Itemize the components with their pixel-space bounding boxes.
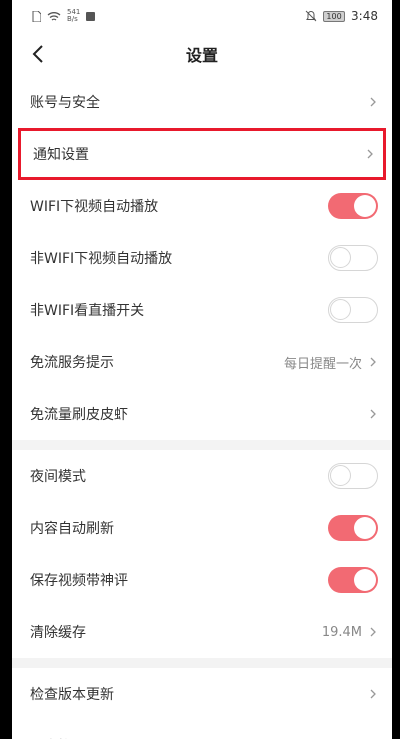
nav-bar: 设置 (12, 32, 392, 76)
toggle-knob (354, 517, 376, 539)
row-accessory (328, 245, 378, 271)
setting-label: 通知设置 (33, 147, 89, 163)
row-accessory (368, 407, 378, 421)
setting-label: 夜间模式 (30, 469, 86, 485)
chevron-right-icon (370, 689, 376, 699)
toggle-row[interactable]: 夜间模式 (12, 450, 392, 502)
toggle-switch[interactable] (328, 297, 378, 323)
page-title: 设置 (185, 46, 218, 65)
back-button[interactable] (24, 40, 52, 68)
setting-link-row[interactable]: 免流服务提示 每日提醒一次 (12, 336, 392, 388)
setting-label: WIFI下视频自动播放 (30, 199, 159, 215)
row-accessory: 每日提醒一次 (284, 353, 378, 372)
setting-value: 19.4M (321, 624, 362, 640)
chevron-left-icon (32, 45, 43, 63)
settings-group-display: 夜间模式内容自动刷新 保存视频带神评 清除缓存 19.4M (12, 450, 392, 658)
setting-link-row[interactable]: 免流量刷皮皮虾 (12, 388, 392, 440)
toggle-knob (354, 569, 376, 591)
toggle-row[interactable]: 非WIFI看直播开关 (12, 284, 392, 336)
toggle-knob (354, 195, 376, 217)
wifi-icon (47, 11, 61, 21)
row-accessory (328, 463, 378, 489)
setting-link-row[interactable]: 清除缓存 19.4M (12, 606, 392, 658)
row-accessory (368, 687, 378, 701)
row-accessory (328, 567, 378, 593)
clock: 3:48 (351, 9, 378, 23)
mute-icon (305, 10, 317, 22)
setting-link-row[interactable]: 检查版本更新 (12, 668, 392, 720)
row-accessory (328, 193, 378, 219)
toggle-knob (330, 247, 351, 268)
row-accessory: 19.4M (322, 625, 378, 640)
toggle-switch[interactable] (328, 567, 378, 593)
status-bar: 541 B/s 100 3:48 (12, 0, 392, 32)
setting-label: 检查版本更新 (30, 687, 114, 703)
battery-icon: 100 (323, 10, 346, 22)
notification-icon (86, 11, 96, 21)
toggle-switch[interactable] (328, 463, 378, 489)
network-speed: 541 B/s (67, 8, 81, 23)
sim-icon (32, 10, 41, 22)
setting-label: 非WIFI看直播开关 (30, 303, 145, 319)
chevron-right-icon (370, 627, 376, 637)
setting-value: 每日提醒一次 (283, 356, 362, 372)
row-accessory (328, 297, 378, 323)
section-divider (12, 658, 392, 668)
setting-label: 内容自动刷新 (30, 521, 114, 537)
setting-link-row[interactable]: 用户协议 (12, 720, 392, 739)
toggle-row[interactable]: 保存视频带神评 (12, 554, 392, 606)
setting-label: 保存视频带神评 (30, 573, 128, 589)
setting-label: 非WIFI下视频自动播放 (30, 251, 173, 267)
row-accessory (328, 515, 378, 541)
setting-label: 清除缓存 (30, 625, 86, 641)
toggle-switch[interactable] (328, 245, 378, 271)
setting-label: 免流服务提示 (30, 355, 114, 371)
phone-screen: 541 B/s 100 3:48 设置 账号与安全通知设置 WIFI下视频自动播放… (12, 0, 392, 739)
setting-label: 免流量刷皮皮虾 (30, 407, 128, 423)
setting-link-row[interactable]: 通知设置 (18, 128, 386, 180)
chevron-right-icon (370, 357, 376, 367)
toggle-knob (330, 299, 351, 320)
toggle-row[interactable]: 非WIFI下视频自动播放 (12, 232, 392, 284)
section-divider (12, 440, 392, 450)
toggle-row[interactable]: 内容自动刷新 (12, 502, 392, 554)
row-accessory (365, 147, 375, 161)
chevron-right-icon (367, 149, 373, 159)
chevron-right-icon (370, 409, 376, 419)
row-accessory (368, 95, 378, 109)
toggle-row[interactable]: WIFI下视频自动播放 (12, 180, 392, 232)
setting-link-row[interactable]: 账号与安全 (12, 76, 392, 128)
chevron-right-icon (370, 97, 376, 107)
settings-group-general: 账号与安全通知设置 WIFI下视频自动播放 非WIFI下视频自动播放 非WIFI看直播… (12, 76, 392, 440)
toggle-switch[interactable] (328, 515, 378, 541)
setting-label: 账号与安全 (30, 95, 100, 111)
toggle-knob (330, 465, 351, 486)
toggle-switch[interactable] (328, 193, 378, 219)
settings-group-about: 检查版本更新用户协议 (12, 668, 392, 739)
